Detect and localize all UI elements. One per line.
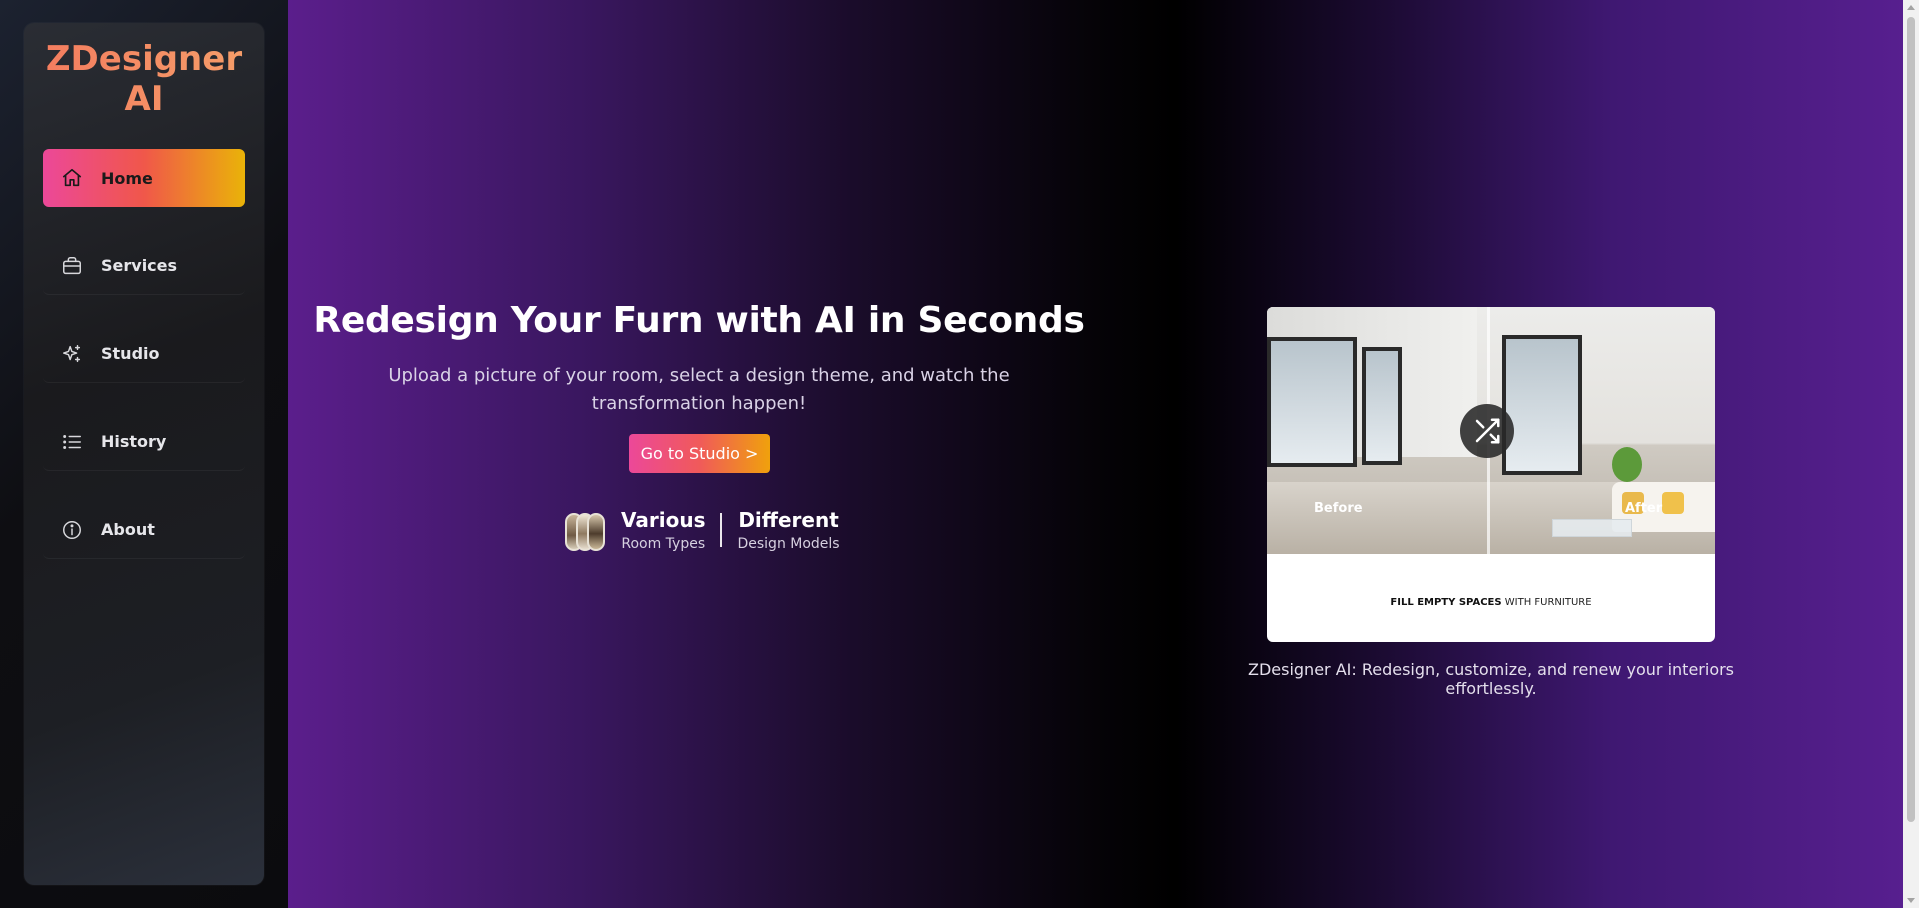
sidebar-item-services[interactable]: Services: [43, 237, 245, 295]
sidebar-item-label: Home: [101, 168, 153, 188]
scroll-down-icon[interactable]: [1907, 898, 1915, 903]
stat-value: Different: [738, 508, 839, 532]
preview-caption: FILL EMPTY SPACES WITH FURNITURE: [1267, 597, 1715, 608]
stats-row: Various Room Types Different Design Mode…: [565, 505, 840, 555]
sidebar-item-history[interactable]: History: [43, 413, 245, 471]
room-comparison-image[interactable]: Before After: [1267, 307, 1715, 554]
stat-design-models: Different Design Models: [737, 508, 839, 552]
stats-divider: [720, 513, 723, 547]
caption-rest: WITH FURNITURE: [1501, 597, 1592, 608]
sidebar-item-about[interactable]: About: [43, 501, 245, 559]
briefcase-icon: [61, 255, 83, 277]
stat-room-types: Various Room Types: [621, 508, 705, 552]
preview-description: ZDesigner AI: Redesign, customize, and r…: [1247, 660, 1735, 698]
scroll-up-icon[interactable]: [1907, 5, 1915, 10]
sidebar-item-label: Studio: [101, 344, 160, 363]
room-thumbnails-image: [565, 509, 607, 551]
info-icon: [61, 519, 83, 541]
sparkles-icon: [61, 343, 83, 365]
caption-bold: FILL EMPTY SPACES: [1390, 597, 1502, 608]
scrollbar-thumb[interactable]: [1907, 17, 1915, 822]
home-icon: [61, 167, 83, 189]
sidebar-item-label: About: [101, 520, 155, 539]
sidebar-item-label: Services: [101, 256, 178, 275]
after-label: After: [1625, 501, 1663, 516]
list-icon: [61, 431, 83, 453]
stat-value: Various: [621, 508, 706, 532]
before-after-preview-card: Before After FILL EMPTY SPACES WITH FURN…: [1267, 307, 1715, 642]
hero-title: Redesign Your Furn with AI in Seconds: [313, 300, 1085, 341]
go-to-studio-button[interactable]: Go to Studio >: [629, 434, 770, 473]
vertical-scrollbar[interactable]: [1903, 0, 1919, 908]
stat-label: Design Models: [737, 536, 840, 552]
brand-name: ZDesigner AI: [45, 39, 243, 119]
sidebar-item-label: History: [101, 432, 167, 451]
before-label: Before: [1314, 501, 1363, 516]
sidebar: ZDesigner AI Home Services Studio Histor…: [24, 23, 264, 885]
sidebar-item-home[interactable]: Home: [43, 149, 245, 207]
shuffle-icon[interactable]: [1460, 404, 1514, 458]
hero-subtitle: Upload a picture of your room, select a …: [388, 365, 1010, 414]
brand-logo[interactable]: ZDesigner AI: [24, 39, 264, 119]
stat-label: Room Types: [621, 536, 706, 552]
sidebar-item-studio[interactable]: Studio: [43, 325, 245, 383]
